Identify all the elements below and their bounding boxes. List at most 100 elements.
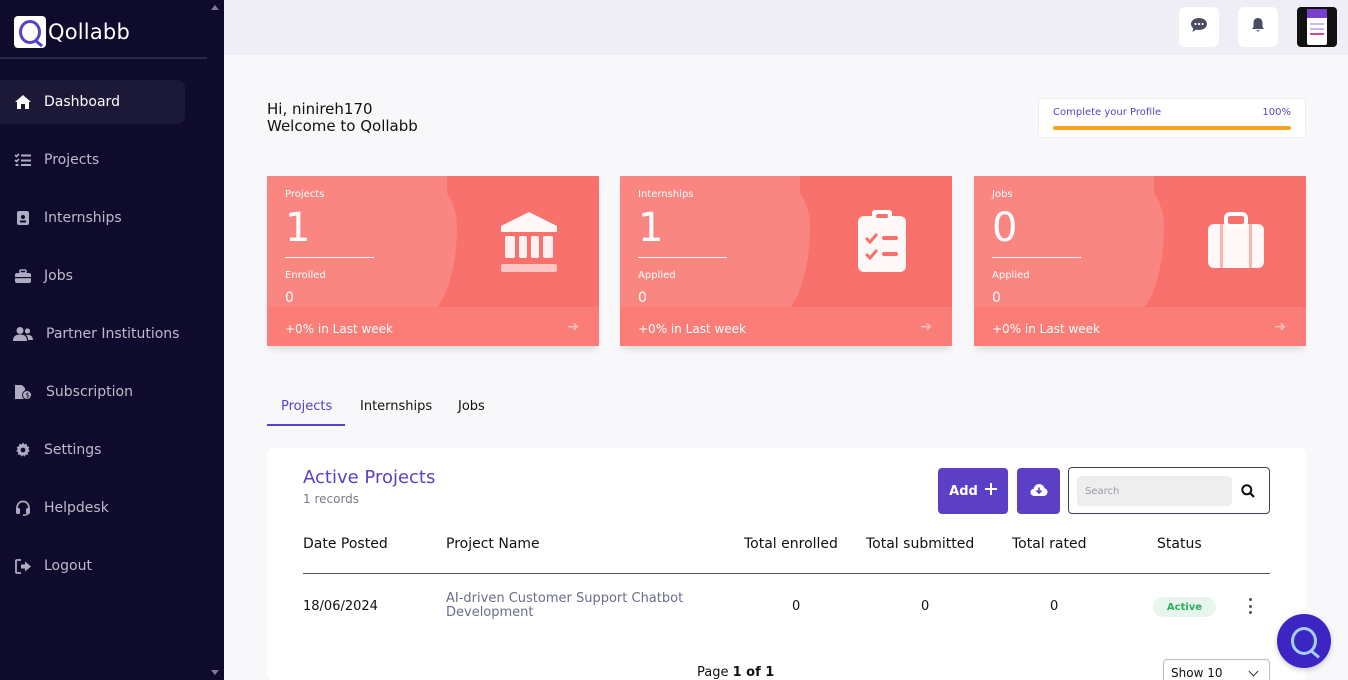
sidebar-item-label: Dashboard <box>44 94 120 110</box>
stat-trend: +0% in Last week <box>992 322 1100 336</box>
stat-trend: +0% in Last week <box>285 322 393 336</box>
stat-card-jobs[interactable]: Jobs 0 Applied 0 +0% in Last week ➔ <box>974 176 1306 346</box>
headset-icon <box>13 500 33 516</box>
profile-progress-fill <box>1053 126 1291 130</box>
divider <box>0 57 207 59</box>
arrow-right-icon[interactable]: ➔ <box>1274 319 1286 335</box>
qollabb-logo-icon <box>14 16 46 48</box>
status-badge: Active <box>1153 597 1216 617</box>
sidebar-item-helpdesk[interactable]: Helpdesk <box>0 486 185 530</box>
stat-subvalue: 0 <box>285 290 294 306</box>
stat-label: Jobs <box>992 189 1013 200</box>
stat-value: 1 <box>285 205 311 251</box>
header-divider <box>303 573 1270 574</box>
sidebar: Qollabb Dashboard Projects Internships J… <box>0 0 224 680</box>
cloud-download-icon <box>1030 482 1048 501</box>
search-box <box>1068 467 1270 514</box>
arrow-right-icon[interactable]: ➔ <box>920 319 932 335</box>
column-header[interactable]: Project Name <box>446 536 540 552</box>
profile-progress-track <box>1053 126 1291 130</box>
svg-text:$: $ <box>25 392 29 400</box>
sidebar-item-label: Projects <box>44 152 100 168</box>
stat-label: Internships <box>638 189 694 200</box>
profile-completion-label: Complete your Profile <box>1053 107 1162 118</box>
sidebar-item-label: Partner Institutions <box>46 326 180 342</box>
profile-completion-card[interactable]: Complete your Profile 100% <box>1038 98 1306 138</box>
search-icon[interactable] <box>1241 483 1255 502</box>
sidebar-item-settings[interactable]: Settings <box>0 428 185 472</box>
id-badge-icon <box>13 210 33 226</box>
download-button[interactable] <box>1017 468 1060 514</box>
greeting-welcome: Welcome to Qollabb <box>267 117 418 135</box>
institution-icon <box>501 212 557 272</box>
briefcase-icon <box>13 268 33 284</box>
column-header[interactable]: Total submitted <box>866 536 974 552</box>
sidebar-item-subscription[interactable]: $ Subscription <box>0 370 185 414</box>
file-dollar-icon: $ <box>13 384 33 400</box>
column-header[interactable]: Date Posted <box>303 536 388 552</box>
column-header[interactable]: Total enrolled <box>744 536 838 552</box>
add-button-label: Add <box>949 483 978 499</box>
stat-sublabel: Enrolled <box>285 270 326 281</box>
chevron-down-icon <box>1248 666 1259 677</box>
users-icon <box>13 326 33 342</box>
greeting-name: Hi, ninireh170 <box>267 100 373 118</box>
clipboard-check-icon <box>858 210 906 272</box>
sidebar-item-logout[interactable]: Logout <box>0 544 185 588</box>
pagination-current: 1 of 1 <box>732 665 775 680</box>
column-header[interactable]: Status <box>1157 536 1202 552</box>
pagination-prefix: Page <box>697 665 733 680</box>
project-name-link[interactable]: AI-driven Customer Support Chatbot Devel… <box>446 592 706 620</box>
cell-rated: 0 <box>1050 599 1059 614</box>
chat-icon <box>1190 17 1208 37</box>
home-icon <box>13 94 33 110</box>
add-project-button[interactable]: Add <box>938 468 1008 514</box>
chat-widget-button[interactable] <box>1277 614 1331 668</box>
sidebar-item-dashboard[interactable]: Dashboard <box>0 80 185 124</box>
sidebar-item-label: Subscription <box>46 384 133 400</box>
profile-completion-percent: 100% <box>1262 107 1291 118</box>
sidebar-item-label: Internships <box>44 210 122 226</box>
sidebar-item-label: Jobs <box>44 268 73 284</box>
sidebar-item-projects[interactable]: Projects <box>0 138 185 182</box>
sidebar-item-partner-institutions[interactable]: Partner Institutions <box>0 312 185 356</box>
stat-subvalue: 0 <box>638 290 647 306</box>
chat-button[interactable] <box>1179 7 1219 47</box>
cell-date: 18/06/2024 <box>303 599 378 614</box>
sidebar-item-label: Settings <box>44 442 102 458</box>
tab-projects[interactable]: Projects <box>281 399 332 414</box>
stat-label: Projects <box>285 189 325 200</box>
brand-logo[interactable]: Qollabb <box>14 16 130 48</box>
panel-title: Active Projects <box>303 467 436 488</box>
sidebar-item-internships[interactable]: Internships <box>0 196 185 240</box>
tab-jobs[interactable]: Jobs <box>458 399 485 414</box>
plus-icon <box>984 483 997 499</box>
stat-sublabel: Applied <box>638 270 676 281</box>
notifications-button[interactable] <box>1238 7 1278 47</box>
stat-card-projects[interactable]: Projects 1 Enrolled 0 +0% in Last week ➔ <box>267 176 599 346</box>
records-count: 1 records <box>303 492 360 506</box>
tab-internships[interactable]: Internships <box>360 399 432 414</box>
active-projects-panel: Active Projects 1 records Add Date Poste… <box>267 448 1306 680</box>
search-input[interactable] <box>1077 476 1232 506</box>
page-size-value: Show 10 <box>1171 666 1223 680</box>
user-avatar[interactable] <box>1297 7 1337 47</box>
sidebar-scrollbar[interactable] <box>208 0 222 680</box>
column-header[interactable]: Total rated <box>1012 536 1086 552</box>
greeting: Hi, ninireh170 Welcome to Qollabb <box>267 101 418 135</box>
cell-submitted: 0 <box>921 599 930 614</box>
brand-name: Qollabb <box>48 20 130 44</box>
sidebar-item-jobs[interactable]: Jobs <box>0 254 185 298</box>
row-actions-menu-icon[interactable] <box>1245 598 1255 614</box>
page-size-select[interactable]: Show 10 <box>1163 659 1270 680</box>
active-tab-indicator <box>267 424 345 426</box>
task-list-icon <box>13 152 33 168</box>
stat-subvalue: 0 <box>992 290 1001 306</box>
stat-trend: +0% in Last week <box>638 322 746 336</box>
cell-enrolled: 0 <box>792 599 801 614</box>
qollabb-chat-icon <box>1291 627 1317 655</box>
stat-card-internships[interactable]: Internships 1 Applied 0 +0% in Last week… <box>620 176 952 346</box>
sidebar-item-label: Logout <box>44 558 92 574</box>
gear-icon <box>13 442 33 458</box>
arrow-right-icon[interactable]: ➔ <box>567 319 579 335</box>
